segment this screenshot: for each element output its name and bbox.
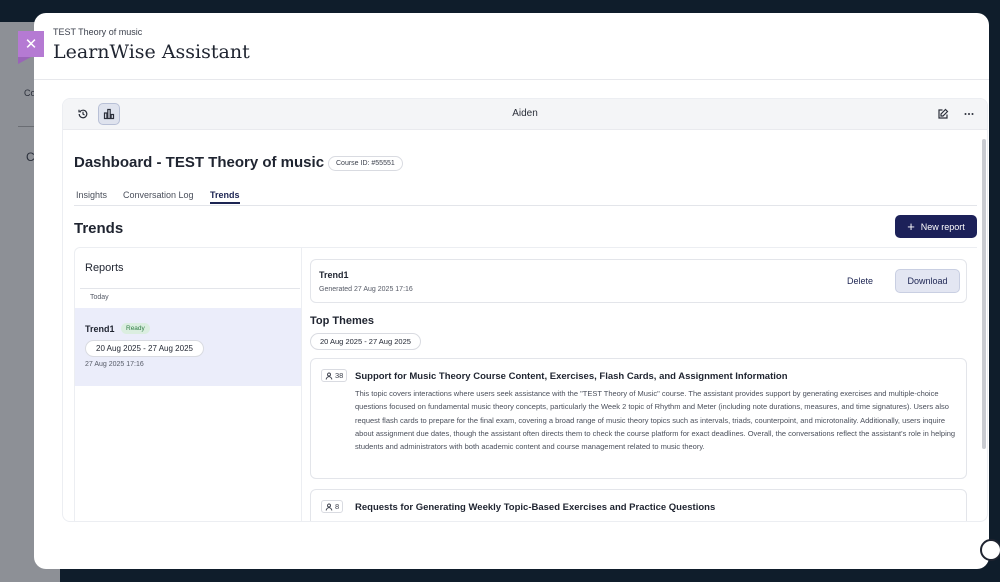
course-id-badge: Course ID: #55551 — [328, 156, 403, 171]
new-report-button[interactable]: + New report — [895, 215, 977, 238]
user-icon — [325, 372, 333, 380]
theme-count: 38 — [321, 369, 348, 382]
user-icon — [325, 503, 333, 511]
theme-description: This topic covers interactions where use… — [355, 389, 956, 452]
theme-count-value: 8 — [335, 502, 340, 511]
theme-card: 38 Support for Music Theory Course Conte… — [310, 358, 967, 479]
assistant-modal: TEST Theory of music LearnWise Assistant… — [34, 13, 989, 569]
theme-title: Requests for Generating Weekly Topic-Bas… — [355, 502, 716, 513]
assistant-name: Aiden — [512, 108, 538, 119]
group-label-today: Today — [80, 288, 300, 301]
report-item-name: Trend1 — [85, 324, 115, 334]
report-item-range: 20 Aug 2025 - 27 Aug 2025 — [85, 340, 204, 357]
tab-insights[interactable]: Insights — [76, 190, 107, 200]
plus-icon: + — [907, 219, 915, 234]
chat-bubble-icon[interactable] — [980, 539, 1000, 561]
dashboard-title: Dashboard - TEST Theory of music — [74, 154, 325, 171]
dashboard-tabs: Insights Conversation Log Trends — [74, 188, 977, 206]
more-options-icon[interactable] — [958, 103, 980, 125]
themes-date-range: 20 Aug 2025 - 27 Aug 2025 — [310, 333, 421, 350]
theme-count-value: 38 — [335, 371, 344, 380]
modal-title: LearnWise Assistant — [53, 41, 250, 63]
close-icon[interactable]: ✕ — [18, 31, 44, 64]
edit-icon[interactable] — [932, 103, 954, 125]
report-summary-card: Trend1 Generated 27 Aug 2025 17:16 Delet… — [310, 259, 967, 303]
panel-scrollbar[interactable] — [982, 139, 986, 449]
tab-conversation-log[interactable]: Conversation Log — [123, 190, 194, 200]
report-item-date: 27 Aug 2025 17:16 — [85, 361, 144, 368]
modal-subtitle: TEST Theory of music — [53, 27, 143, 37]
download-button[interactable]: Download — [895, 269, 960, 293]
tab-trends[interactable]: Trends — [210, 190, 240, 204]
theme-title: Support for Music Theory Course Content,… — [355, 371, 788, 382]
modal-divider — [34, 79, 989, 80]
report-name: Trend1 — [319, 270, 349, 280]
new-report-label: New report — [920, 221, 965, 232]
report-detail: Trend1 Generated 27 Aug 2025 17:16 Delet… — [300, 247, 977, 521]
panel-header: Aiden — [63, 99, 987, 130]
trends-title: Trends — [74, 220, 124, 237]
status-badge: Ready — [121, 323, 150, 334]
report-item[interactable]: Trend1 Ready 20 Aug 2025 - 27 Aug 2025 2… — [75, 308, 301, 386]
reports-list: Reports Today Trend1 Ready 20 Aug 2025 -… — [74, 247, 302, 521]
assistant-panel: Aiden Dashboard - TEST Theory of music C… — [62, 98, 988, 522]
top-themes-title: Top Themes — [310, 315, 374, 327]
delete-button[interactable]: Delete — [847, 276, 873, 286]
theme-card: 8 Requests for Generating Weekly Topic-B… — [310, 489, 967, 521]
report-generated: Generated 27 Aug 2025 17:16 — [319, 286, 413, 293]
reports-heading: Reports — [85, 262, 124, 274]
theme-count: 8 — [321, 500, 344, 513]
